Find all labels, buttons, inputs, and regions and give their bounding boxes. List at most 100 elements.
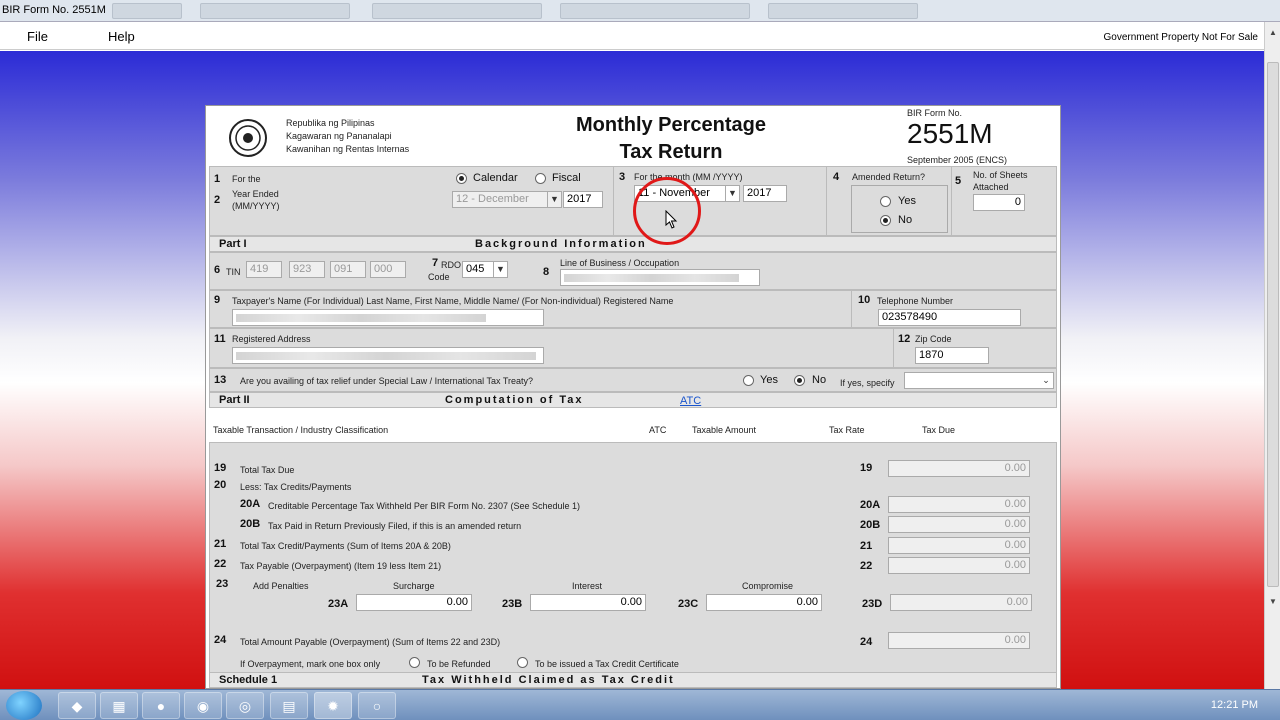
chevron-down-icon: ⌄ <box>1042 375 1050 385</box>
item-20b-code: 20B <box>860 519 881 531</box>
compromise-input[interactable]: 0.00 <box>706 594 822 611</box>
item-21-label: Total Tax Credit/Payments (Sum of Items … <box>240 541 451 551</box>
tax-paid-previously-field[interactable]: 0.00 <box>888 516 1030 533</box>
column-transaction: Taxable Transaction / Industry Classific… <box>213 425 389 435</box>
amended-yes-label: Yes <box>898 195 916 207</box>
taxpayer-name-input[interactable] <box>232 309 544 326</box>
tax-credit-certificate-radio[interactable] <box>517 657 528 668</box>
app-icon[interactable]: ◆ <box>58 692 96 719</box>
menu-help[interactable]: Help <box>108 29 135 44</box>
tin-part-3[interactable]: 091 <box>330 261 366 278</box>
total-tax-credit-field[interactable]: 0.00 <box>888 537 1030 554</box>
creditable-tax-withheld-field[interactable]: 0.00 <box>888 496 1030 513</box>
taxpayer-name-label: Taxpayer's Name (For Individual) Last Na… <box>232 296 674 306</box>
line-of-business-label: Line of Business / Occupation <box>560 258 680 268</box>
item-23b-code: 23B <box>502 598 523 610</box>
return-year-input[interactable]: 2017 <box>743 185 787 202</box>
app-icon[interactable]: ● <box>142 692 180 719</box>
item-24-code: 24 <box>860 636 873 648</box>
close-button[interactable] <box>1234 1 1278 19</box>
app-icon[interactable]: ▦ <box>100 692 138 719</box>
rdo-code-select[interactable]: 045 ▼ <box>462 261 508 278</box>
item-24-number: 24 <box>214 634 227 646</box>
windows-taskbar: ◆ ▦ ● ◉ ◎ ▤ ✹ ○ 12:21 PM <box>0 689 1280 720</box>
tin-part-2[interactable]: 923 <box>289 261 325 278</box>
computation-section: 19 Total Tax Due 19 0.00 20 Less: Tax Cr… <box>209 442 1057 674</box>
part-1-label: Part I <box>219 238 247 250</box>
divider <box>951 167 952 235</box>
menu-bar: File Help Government Property Not For Sa… <box>0 22 1280 50</box>
vertical-scrollbar[interactable]: ▲ ▼ <box>1264 22 1280 689</box>
item-6-number: 6 <box>214 264 221 276</box>
zip-code-input[interactable]: 1870 <box>915 347 989 364</box>
telephone-input[interactable]: 023578490 <box>878 309 1021 326</box>
if-yes-specify-label: If yes, specify <box>840 378 895 388</box>
item-22-label: Tax Payable (Overpayment) (Item 19 less … <box>240 561 442 571</box>
tin-label: TIN <box>226 267 241 277</box>
zip-code-label: Zip Code <box>915 334 952 344</box>
tax-payable-field[interactable]: 0.00 <box>888 557 1030 574</box>
item-23d-code: 23D <box>862 598 883 610</box>
start-button[interactable] <box>6 691 42 720</box>
app-icon[interactable]: ○ <box>358 692 396 719</box>
window-title: BIR Form No. 2551M <box>2 4 106 16</box>
agency-line-3: Kawanihan ng Rentas Internas <box>286 144 410 154</box>
divider <box>851 291 852 327</box>
tin-part-4[interactable]: 000 <box>370 261 406 278</box>
scroll-down-icon[interactable]: ▼ <box>1268 597 1278 607</box>
rdo-label: RDO <box>441 260 461 270</box>
amended-yes-radio[interactable] <box>880 196 891 207</box>
bir-app-icon[interactable]: ✹ <box>314 692 352 719</box>
amended-return-group: Yes No <box>851 185 948 233</box>
atc-link[interactable]: ATC <box>680 395 701 407</box>
item-21-number: 21 <box>214 538 227 550</box>
item-1-number: 1 <box>214 173 221 185</box>
line-of-business-input[interactable] <box>560 269 760 286</box>
amended-no-radio[interactable] <box>880 215 891 226</box>
registered-address-input[interactable] <box>232 347 544 364</box>
schedule-1-title: Tax Withheld Claimed as Tax Credit <box>422 674 675 686</box>
folder-icon[interactable]: ▤ <box>270 692 308 719</box>
browser-icon[interactable]: ◉ <box>184 692 222 719</box>
rdo-code-label: Code <box>428 272 450 282</box>
total-penalties-field[interactable]: 0.00 <box>890 594 1032 611</box>
section-items-6-8: 6 TIN 419 923 091 000 7 RDO Code 045 ▼ 8… <box>209 252 1057 290</box>
item-9-number: 9 <box>214 294 221 306</box>
menu-file[interactable]: File <box>27 29 48 44</box>
redacted-text <box>236 314 486 322</box>
item-5-label-2: Attached <box>973 182 1009 192</box>
tax-relief-yes-radio[interactable] <box>743 375 754 386</box>
app-icon[interactable]: ◎ <box>226 692 264 719</box>
agency-line-1: Republika ng Pilipinas <box>286 118 375 128</box>
divider <box>826 167 827 235</box>
fiscal-radio[interactable] <box>535 173 546 184</box>
agency-line-2: Kagawaran ng Pananalapi <box>286 131 392 141</box>
part-2-title: Computation of Tax <box>445 394 584 406</box>
tax-relief-no-radio[interactable] <box>794 375 805 386</box>
total-amount-payable-field[interactable]: 0.00 <box>888 632 1030 649</box>
scroll-up-icon[interactable]: ▲ <box>1268 28 1278 38</box>
year-ended-year-input[interactable]: 2017 <box>563 191 603 208</box>
item-20a-code: 20A <box>860 499 881 511</box>
schedule-1-label: Schedule 1 <box>219 674 278 686</box>
amended-no-label: No <box>898 214 913 226</box>
background-tab <box>200 3 350 19</box>
form-title-line-1: Monthly Percentage <box>575 114 767 136</box>
item-20a-number: 20A <box>240 498 261 510</box>
refund-radio[interactable] <box>409 657 420 668</box>
surcharge-input[interactable]: 0.00 <box>356 594 472 611</box>
tax-relief-specify-select[interactable]: ⌄ <box>904 372 1054 389</box>
section-items-11-12: 11 Registered Address 12 Zip Code 1870 <box>209 328 1057 368</box>
tin-part-1[interactable]: 419 <box>246 261 282 278</box>
total-tax-due-field[interactable]: 0.00 <box>888 460 1030 477</box>
bir-form-2551m: Republika ng Pilipinas Kagawaran ng Pana… <box>205 105 1061 689</box>
sheets-attached-input[interactable]: 0 <box>973 194 1025 211</box>
scrollbar-thumb[interactable] <box>1267 62 1279 587</box>
year-ended-month-select[interactable]: 12 - December ▼ <box>452 191 562 208</box>
item-13-number: 13 <box>214 374 227 386</box>
government-property-note: Government Property Not For Sale <box>1103 32 1258 43</box>
tax-relief-no-label: No <box>812 374 827 386</box>
chevron-down-icon: ▼ <box>725 186 739 201</box>
calendar-radio[interactable] <box>456 173 467 184</box>
interest-input[interactable]: 0.00 <box>530 594 646 611</box>
